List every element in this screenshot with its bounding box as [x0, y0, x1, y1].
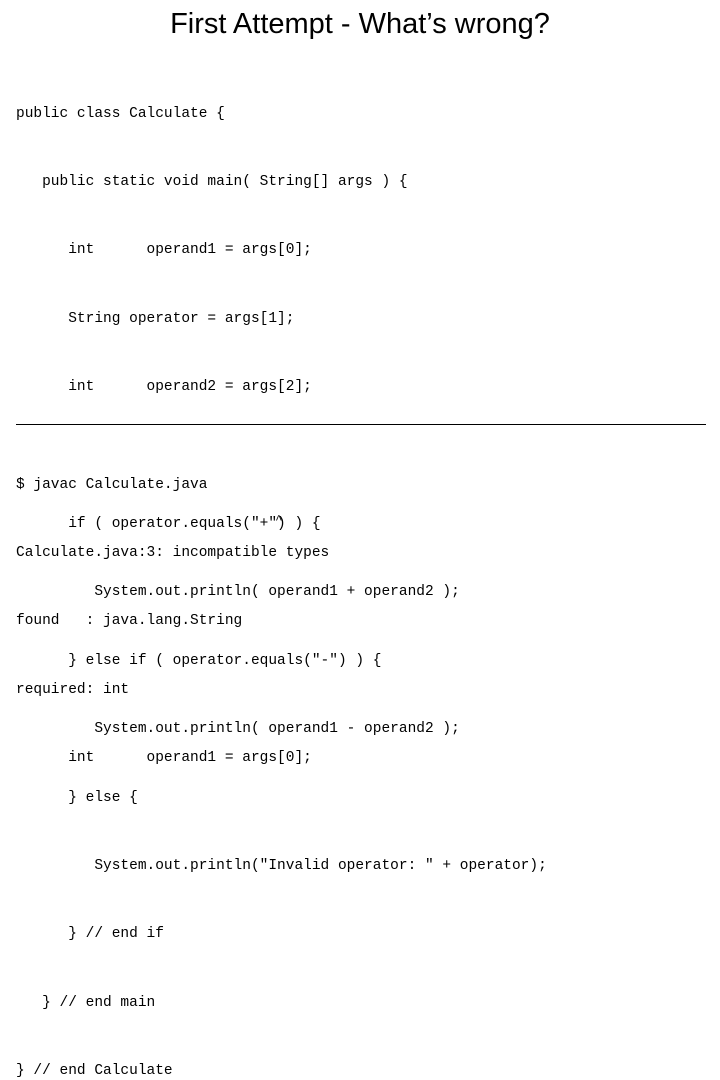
code-line: } // end Calculate — [16, 1063, 173, 1080]
divider — [16, 424, 706, 425]
output-line: found : java.lang.String — [16, 613, 243, 630]
slide: First Attempt - What’s wrong? public cla… — [0, 0, 720, 1079]
compiler-output: $ javac Calculate.java Calculate.java:3:… — [16, 428, 716, 816]
code-line: public static void main( String[] args )… — [16, 173, 408, 190]
output-line: int operand1 = args[0]; — [16, 750, 312, 767]
page-title: First Attempt - What’s wrong? — [170, 8, 550, 40]
code-line: } // end main — [16, 994, 156, 1011]
code-line: int operand2 = args[2]; — [16, 379, 312, 396]
code-line: public class Calculate { — [16, 105, 225, 122]
output-line: required: int — [16, 681, 130, 698]
output-line: $ javac Calculate.java — [16, 476, 208, 493]
code-line: int operand1 = args[0]; — [16, 242, 312, 259]
code-line: } // end if — [16, 926, 164, 943]
code-line: System.out.println("Invalid operator: " … — [16, 857, 547, 874]
code-line: String operator = args[1]; — [16, 310, 295, 327]
error-caret-marker: ^ — [16, 513, 283, 527]
output-line: Calculate.java:3: incompatible types — [16, 544, 330, 561]
